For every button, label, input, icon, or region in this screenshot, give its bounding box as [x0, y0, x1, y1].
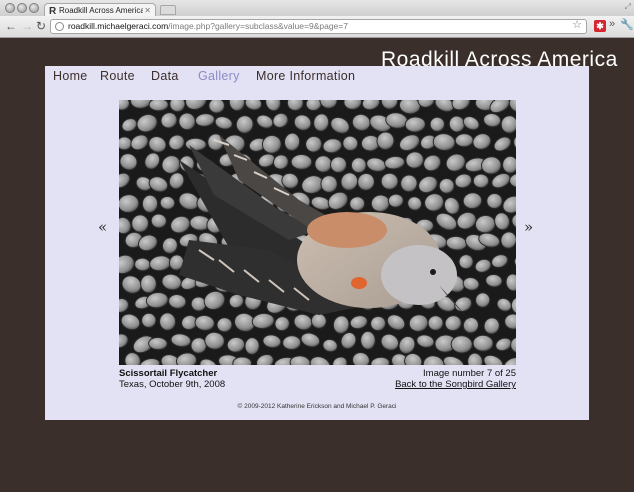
reload-icon[interactable]: ↻: [36, 19, 46, 33]
gravel-stone: [404, 116, 426, 133]
nav-gallery-link[interactable]: Gallery: [198, 69, 240, 83]
browser-toolbar: ← → ↻ roadkill.michaelgeraci.com/image.p…: [0, 16, 634, 38]
window-zoom-button[interactable]: [29, 3, 39, 13]
image-counter: Image number 7 of 25: [423, 368, 516, 379]
gravel-stone: [314, 155, 333, 173]
gravel-stone: [472, 173, 490, 189]
gravel-stone: [148, 100, 169, 112]
url-text: roadkill.michaelgeraci.com/image.php?gal…: [68, 21, 348, 31]
next-image-arrow[interactable]: »: [524, 218, 533, 236]
window-minimize-button[interactable]: [17, 3, 27, 13]
gravel-stone: [454, 133, 474, 148]
gravel-stone: [184, 137, 207, 152]
gravel-stone: [360, 330, 376, 350]
gravel-stone: [290, 153, 313, 170]
wrench-icon[interactable]: 🔧: [620, 18, 634, 31]
previous-image-arrow[interactable]: «: [98, 218, 107, 236]
gallery-navigation: Image number 7 of 25 Back to the Songbir…: [345, 368, 516, 390]
browser-titlebar: R Roadkill Across America - C ✕ ⤢: [0, 0, 634, 17]
back-to-gallery-link[interactable]: Back to the Songbird Gallery: [395, 379, 516, 390]
gravel-stone: [140, 274, 157, 294]
forward-arrow-icon[interactable]: →: [21, 19, 33, 33]
gravel-stone: [119, 136, 133, 151]
nav-home-link[interactable]: Home: [53, 69, 88, 83]
browser-tab[interactable]: R Roadkill Across America - C ✕: [44, 3, 156, 17]
gravel-stone: [472, 334, 494, 352]
gravel-stone: [450, 335, 473, 354]
chevron-overflow-icon[interactable]: »: [609, 18, 615, 30]
address-bar[interactable]: roadkill.michaelgeraci.com/image.php?gal…: [50, 19, 587, 34]
globe-icon: [55, 22, 64, 31]
window-close-button[interactable]: [5, 3, 15, 13]
fullscreen-icon[interactable]: ⤢: [625, 2, 631, 12]
bookmark-star-icon[interactable]: ☆: [572, 20, 582, 32]
gravel-stone: [244, 337, 260, 355]
photo-caption: Scissortail Flycatcher Texas, October 9t…: [119, 368, 225, 390]
nav-more-information-link[interactable]: More Information: [256, 69, 355, 83]
gravel-stone: [282, 335, 302, 351]
gravel-stone: [131, 214, 150, 233]
nav-route-link[interactable]: Route: [100, 69, 135, 83]
location-date: Texas, October 9th, 2008: [119, 379, 226, 390]
gravel-stone: [427, 315, 444, 331]
gravel-stone: [141, 194, 159, 213]
site-title: Roadkill Across America: [381, 48, 618, 71]
gravel-stone: [216, 317, 233, 333]
gravel-stone: [429, 116, 445, 132]
back-arrow-icon[interactable]: ←: [5, 19, 17, 33]
copyright-notice: © 2009-2012 Katherine Erickson and Micha…: [237, 403, 397, 410]
new-tab-button[interactable]: [160, 5, 176, 15]
gravel-stone: [349, 196, 366, 212]
extension-icon[interactable]: ✱: [594, 20, 606, 32]
gravel-stone: [380, 172, 399, 190]
species-name: Scissortail Flycatcher: [119, 368, 218, 379]
gravel-stone: [330, 156, 347, 174]
gravel-stone: [148, 336, 168, 351]
gravel-stone: [232, 356, 253, 365]
gravel-stone: [141, 312, 157, 329]
bird-photo: [119, 100, 516, 365]
gravel-stone: [169, 100, 186, 113]
nav-data-link[interactable]: Data: [151, 69, 179, 83]
gravel-stone: [438, 177, 455, 194]
content-panel: Home Route Data Gallery More Information…: [45, 66, 589, 420]
